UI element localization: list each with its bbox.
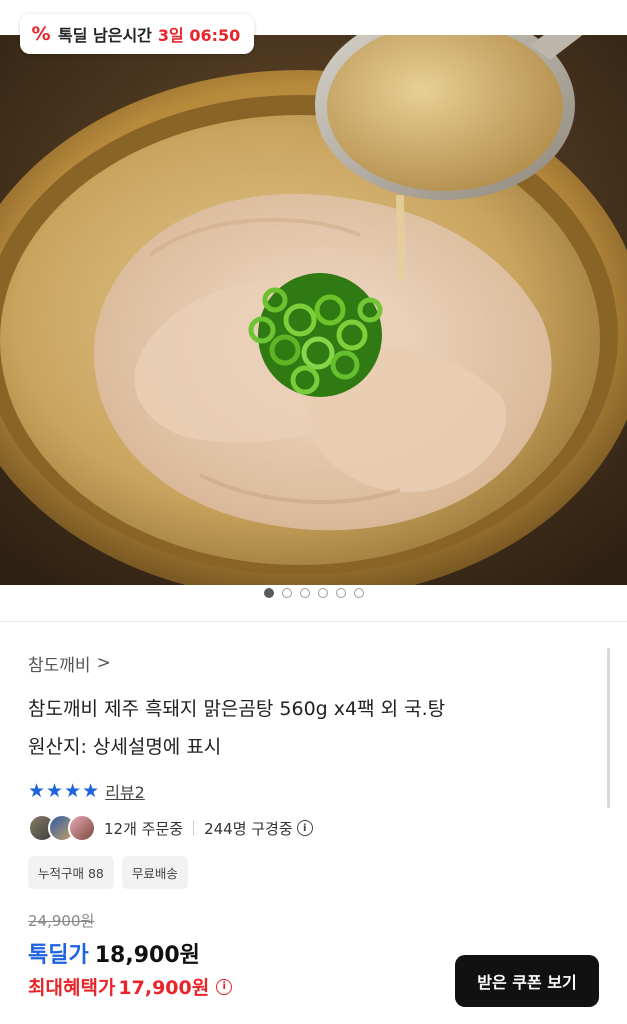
avatar [68, 814, 96, 842]
pager-dot[interactable] [281, 588, 292, 598]
chevron-right-icon: > [96, 653, 111, 673]
timer-label: 톡딜 남은시간 [58, 26, 152, 45]
product-origin-line: 원산지: 상세설명에 표시 [28, 736, 222, 758]
stat-separator [193, 820, 195, 836]
deal-timer-badge: % 톡딜 남은시간 3일 06:50 [20, 14, 255, 54]
gallery-pager[interactable] [0, 588, 627, 602]
pager-dot[interactable] [317, 588, 328, 598]
view-coupons-button[interactable]: 받은 쿠폰 보기 [455, 955, 599, 1007]
deal-price-label: 톡딜가 [28, 943, 89, 968]
timer-time: 3일 06:50 [157, 26, 241, 45]
browsing-count: 244명 구경중 [204, 819, 293, 838]
pager-dot[interactable] [335, 588, 346, 598]
info-icon[interactable]: i [216, 978, 233, 995]
product-title-line: 참도깨비 제주 흑돼지 맑은곰탕 560g x4팩 외 국.탕 [28, 698, 446, 720]
original-price: 24,900원 [28, 912, 95, 930]
star-icon: ★ [46, 780, 64, 802]
orders-count: 12개 주문중 [104, 819, 184, 838]
scrollbar[interactable] [607, 648, 610, 808]
brand-link[interactable]: 참도깨비 > [28, 650, 598, 676]
info-icon[interactable]: i [296, 820, 313, 836]
pager-dot[interactable] [299, 588, 310, 598]
pager-dot[interactable] [263, 588, 274, 598]
star-icon: ★ [82, 780, 100, 802]
star-icon: ★ [64, 780, 82, 802]
section-divider [0, 621, 627, 622]
chip-free-shipping: 무료배송 [121, 856, 188, 889]
brand-name: 참도깨비 [28, 655, 91, 676]
deal-price: 18,900원 [94, 943, 200, 968]
buyers-stats: 12개 주문중 244명 구경중 i [28, 812, 598, 844]
product-chips: 누적구매 88 무료배송 [28, 856, 598, 889]
buyer-avatars [28, 814, 96, 842]
percent-icon: % [31, 23, 51, 45]
star-icon: ★ [28, 780, 46, 802]
star-rating: ★ ★ ★ ★ [28, 780, 99, 802]
product-title: 참도깨비 제주 흑돼지 맑은곰탕 560g x4팩 외 국.탕 원산지: 상세설… [28, 690, 598, 766]
review-link[interactable]: 리뷰2 [105, 779, 145, 803]
max-benefit-price: 17,900원 [118, 977, 210, 999]
chip-cumulative-purchases: 누적구매 88 [28, 856, 114, 889]
rating-row: ★ ★ ★ ★ 리뷰2 [28, 778, 598, 804]
pager-dot[interactable] [353, 588, 364, 598]
product-image[interactable] [0, 35, 627, 585]
max-benefit-label: 최대혜택가 [28, 977, 116, 999]
product-info: 참도깨비 > 참도깨비 제주 흑돼지 맑은곰탕 560g x4팩 외 국.탕 원… [28, 650, 598, 889]
